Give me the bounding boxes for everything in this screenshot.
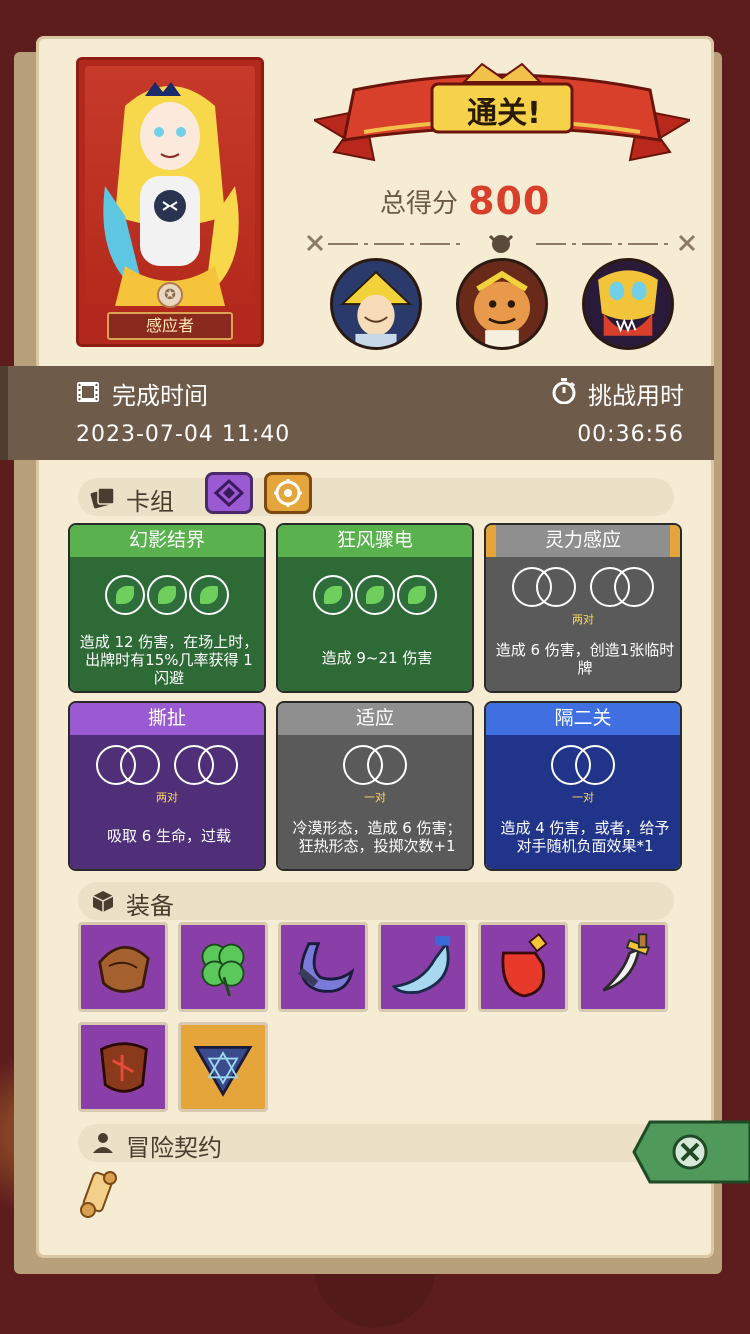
equipment-curved-sword-icon[interactable]	[378, 922, 468, 1012]
skill-card[interactable]: 幻影结界 造成 12 伤害，在场上时，出牌时有15%几率获得 1 闪避	[68, 523, 266, 693]
equipment-section-header: 装备	[78, 882, 674, 920]
card-title: 适应	[278, 703, 472, 735]
finish-time-value: 2023-07-04 11:40	[76, 422, 291, 447]
deck-section-header: 卡组	[78, 478, 674, 516]
dice-slots	[278, 575, 472, 619]
equipment-red-gauntlet-icon[interactable]	[478, 922, 568, 1012]
contract-section-header: 冒险契约	[78, 1124, 674, 1162]
card-title: 狂风骤电	[278, 525, 472, 557]
deck-tag-purple-icon[interactable]	[205, 472, 253, 514]
card-title: 隔二关	[486, 703, 680, 735]
dice-slots	[70, 745, 264, 789]
equipment-hook-blade-icon[interactable]	[278, 922, 368, 1012]
defeated-boss-portrait-1[interactable]	[330, 258, 422, 350]
skill-card[interactable]: 撕扯 两对 吸取 6 生命，过载	[68, 701, 266, 871]
contract-label: 冒险契约	[126, 1134, 222, 1162]
card-description: 造成 6 伤害，创造1张临时牌	[495, 641, 675, 677]
card-description: 造成 9~21 伤害	[321, 649, 433, 667]
card-description: 冷漠形态，造成 6 伤害；狂热形态，投掷次数+1	[292, 819, 462, 855]
hero-card[interactable]: ✪ 感应者	[76, 57, 264, 347]
card-description: 吸取 6 生命，过载	[106, 827, 232, 845]
pair-requirement: 两对	[572, 613, 594, 626]
film-icon	[77, 382, 99, 402]
cards-icon	[90, 487, 115, 509]
close-button[interactable]	[632, 1120, 750, 1184]
dice-slots	[70, 575, 264, 619]
time-info-strip: 完成时间 挑战用时 2023-07-04 11:40 00:36:56	[0, 366, 714, 460]
pair-requirement: 一对	[364, 791, 386, 804]
card-description: 造成 12 伤害，在场上时，出牌时有15%几率获得 1 闪避	[79, 633, 259, 687]
total-score: 总得分 800	[380, 176, 620, 226]
challenge-time-label: 挑战用时	[588, 382, 684, 410]
pair-requirement: 一对	[572, 791, 594, 804]
score-value: 800	[468, 179, 551, 223]
card-title: 撕扯	[70, 703, 264, 735]
victory-banner: 通关!	[311, 60, 693, 170]
stopwatch-icon	[552, 378, 576, 404]
deck-label: 卡组	[126, 488, 174, 516]
hero-class-badge-icon: ✪	[157, 282, 183, 308]
equipment-dagger-icon[interactable]	[578, 922, 668, 1012]
skill-card[interactable]: 狂风骤电 造成 9~21 伤害	[276, 523, 474, 693]
dice-slots	[278, 745, 472, 789]
equipment-rune-shield-icon[interactable]	[78, 1022, 168, 1112]
equipment-label: 装备	[126, 892, 174, 920]
card-description: 造成 4 伤害，或者，给予对手随机负面效果*1	[500, 819, 670, 855]
dice-slots	[486, 567, 680, 611]
hero-name: 感应者	[107, 312, 233, 340]
skill-card[interactable]: 隔二关 一对 造成 4 伤害，或者，给予对手随机负面效果*1	[484, 701, 682, 871]
dice-slots	[486, 745, 680, 789]
equipment-leather-armor-icon[interactable]	[78, 922, 168, 1012]
challenge-time-value: 00:36:56	[577, 422, 684, 447]
skill-card[interactable]: 适应 一对 冷漠形态，造成 6 伤害；狂热形态，投掷次数+1	[276, 701, 474, 871]
pair-requirement: 两对	[156, 791, 178, 804]
defeated-boss-portrait-3[interactable]	[582, 258, 674, 350]
score-label: 总得分	[380, 188, 459, 219]
equipment-clover-icon[interactable]	[178, 922, 268, 1012]
equipment-triangle-sigil-icon[interactable]	[178, 1022, 268, 1112]
contract-scroll-icon[interactable]	[74, 1168, 124, 1222]
defeated-boss-portrait-2[interactable]	[456, 258, 548, 350]
finish-time-label: 完成时间	[112, 382, 208, 410]
card-title: 幻影结界	[70, 525, 264, 557]
hero-portrait	[85, 66, 255, 306]
skill-card[interactable]: 灵力感应 两对 造成 6 伤害，创造1张临时牌	[484, 523, 682, 693]
card-title: 灵力感应	[486, 525, 680, 557]
cube-icon	[92, 891, 114, 912]
ornamental-divider	[306, 232, 696, 256]
person-icon	[93, 1133, 113, 1153]
deck-tag-orange-icon[interactable]	[264, 472, 312, 514]
victory-title: 通关!	[467, 96, 541, 131]
